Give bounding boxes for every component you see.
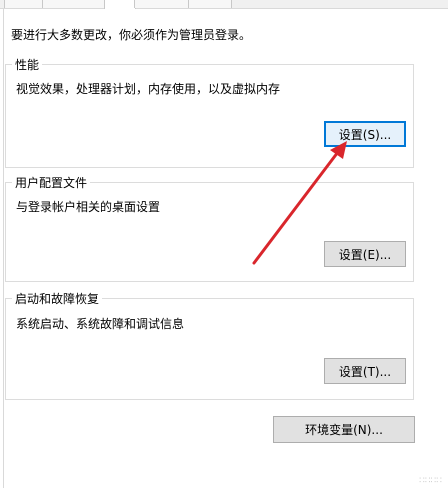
tab-stub[interactable] [42,0,106,8]
user-profiles-group-title: 用户配置文件 [12,174,91,191]
tab-stub[interactable] [4,0,44,8]
tab-strip [0,0,448,9]
admin-notice: 要进行大多数更改，你必须作为管理员登录。 [11,28,252,42]
performance-description: 视觉效果，处理器计划，内存使用，以及虚拟内存 [16,82,281,96]
startup-recovery-description: 系统启动、系统故障和调试信息 [16,317,185,331]
user-profiles-group: 用户配置文件 与登录帐户相关的桌面设置 设置(E)... [5,174,414,282]
user-profiles-settings-button[interactable]: 设置(E)... [324,241,406,267]
performance-group-title: 性能 [12,56,43,73]
environment-variables-button[interactable]: 环境变量(N)... [273,416,415,443]
dialog-edge [3,8,4,488]
startup-recovery-group: 启动和故障恢复 系统启动、系统故障和调试信息 设置(T)... [5,290,414,400]
startup-recovery-settings-button[interactable]: 设置(T)... [324,358,406,384]
startup-recovery-group-title: 启动和故障恢复 [12,290,103,307]
tab-advanced[interactable] [104,0,136,9]
watermark: ∷∷∷∷ [419,476,442,486]
performance-settings-button[interactable]: 设置(S)... [324,121,406,147]
performance-group: 性能 视觉效果，处理器计划，内存使用，以及虚拟内存 设置(S)... [5,56,414,168]
tab-stub[interactable] [188,0,232,8]
tab-stub[interactable] [134,0,190,8]
user-profiles-description: 与登录帐户相关的桌面设置 [16,200,161,214]
